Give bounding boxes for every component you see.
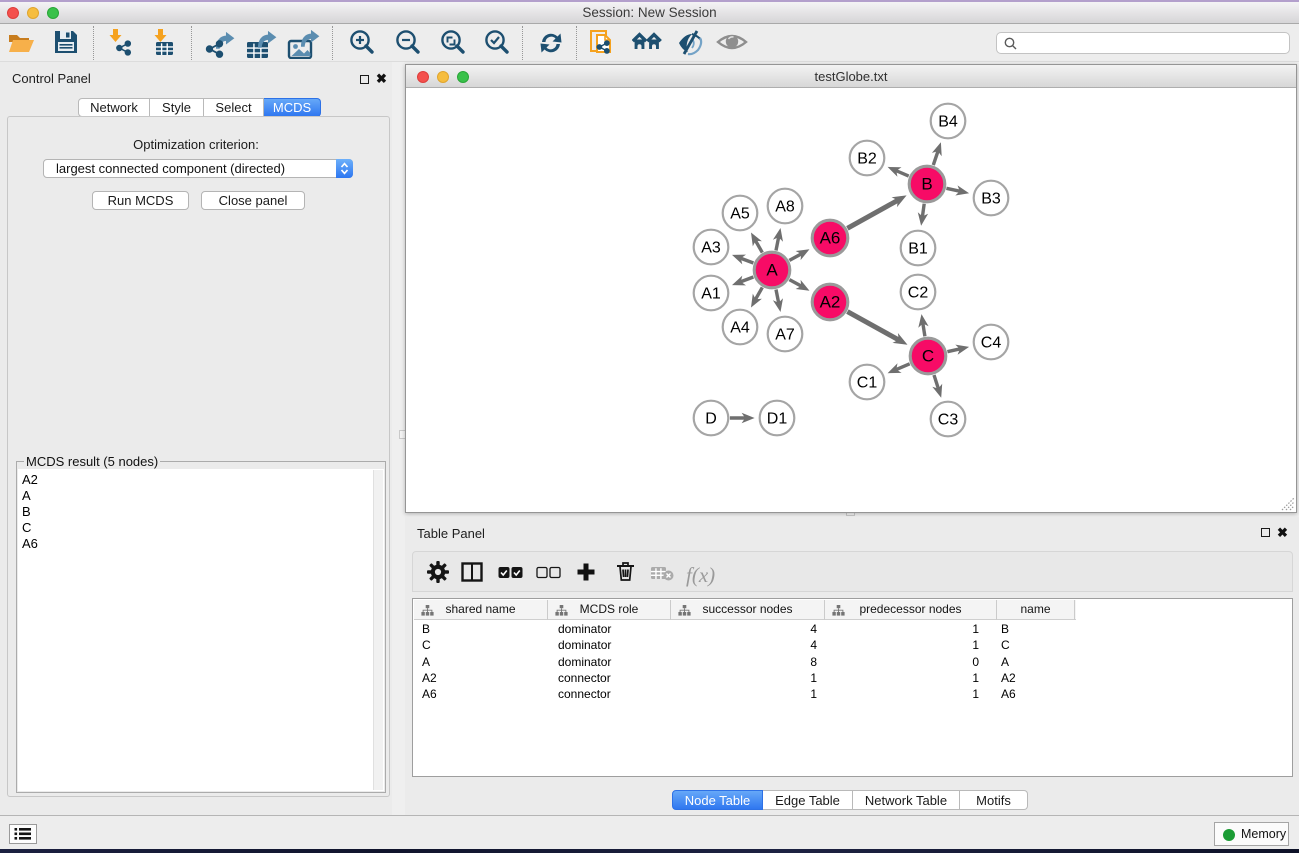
svg-text:D1: D1 — [767, 411, 788, 428]
svg-text:A6: A6 — [820, 229, 841, 248]
svg-text:A1: A1 — [701, 286, 721, 303]
svg-text:B1: B1 — [908, 241, 928, 258]
svg-text:A5: A5 — [730, 206, 750, 223]
svg-text:C1: C1 — [857, 375, 878, 392]
svg-text:C2: C2 — [908, 285, 929, 302]
svg-text:A7: A7 — [775, 327, 795, 344]
svg-text:C4: C4 — [981, 335, 1002, 352]
svg-text:B4: B4 — [938, 114, 958, 131]
svg-text:A3: A3 — [701, 240, 721, 257]
svg-text:B2: B2 — [857, 151, 877, 168]
svg-text:D: D — [705, 411, 717, 428]
svg-text:A: A — [766, 261, 778, 280]
svg-text:B: B — [921, 175, 932, 194]
svg-text:A8: A8 — [775, 199, 795, 216]
svg-text:C3: C3 — [938, 412, 959, 429]
svg-text:C: C — [922, 347, 934, 366]
svg-text:A4: A4 — [730, 320, 750, 337]
svg-text:B3: B3 — [981, 191, 1001, 208]
svg-text:A2: A2 — [820, 293, 841, 312]
